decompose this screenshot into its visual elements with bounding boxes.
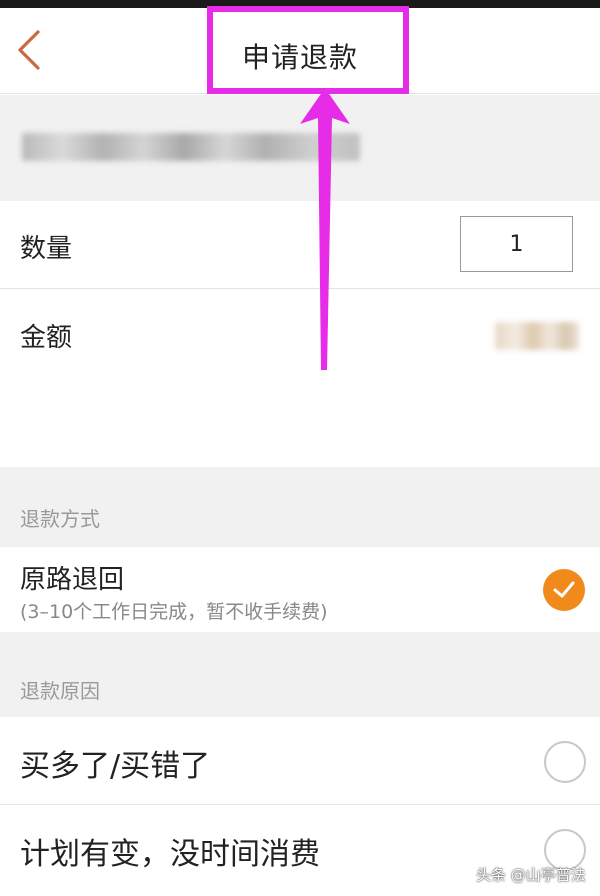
checkmark-icon[interactable] <box>543 569 585 611</box>
refund-method-header: 退款方式 <box>0 467 600 547</box>
watermark: 头条 @山亭普法 <box>476 866 586 884</box>
blurred-product-name <box>22 133 360 161</box>
refund-method-section-label: 退款方式 <box>20 507 100 531</box>
radio-circle-icon[interactable] <box>544 741 586 783</box>
amount-row: 金额 <box>0 289 600 467</box>
reason-option-label: 买多了/买错了 <box>20 749 211 784</box>
status-bar <box>0 0 600 8</box>
quantity-input[interactable] <box>460 216 573 272</box>
checkmark-glyph <box>553 581 575 598</box>
refund-method-title: 原路退回 <box>20 565 125 595</box>
reason-option[interactable]: 买多了/买错了 <box>0 717 600 805</box>
refund-method-subtitle: (3–10个工作日完成，暂不收手续费) <box>20 601 328 623</box>
blurred-amount-value <box>495 322 579 350</box>
quantity-label: 数量 <box>20 234 73 264</box>
product-info-section <box>0 95 600 201</box>
refund-reason-header: 退款原因 <box>0 632 600 717</box>
reason-option-label: 计划有变，没时间消费 <box>20 837 320 872</box>
page-title: 申请退款 <box>241 41 358 74</box>
refund-reason-section-label: 退款原因 <box>20 679 100 703</box>
nav-bar: 申请退款 <box>0 8 600 94</box>
quantity-row: 数量 <box>0 201 600 289</box>
refund-method-option[interactable]: 原路退回 (3–10个工作日完成，暂不收手续费) <box>0 547 600 632</box>
amount-label: 金额 <box>20 323 73 353</box>
